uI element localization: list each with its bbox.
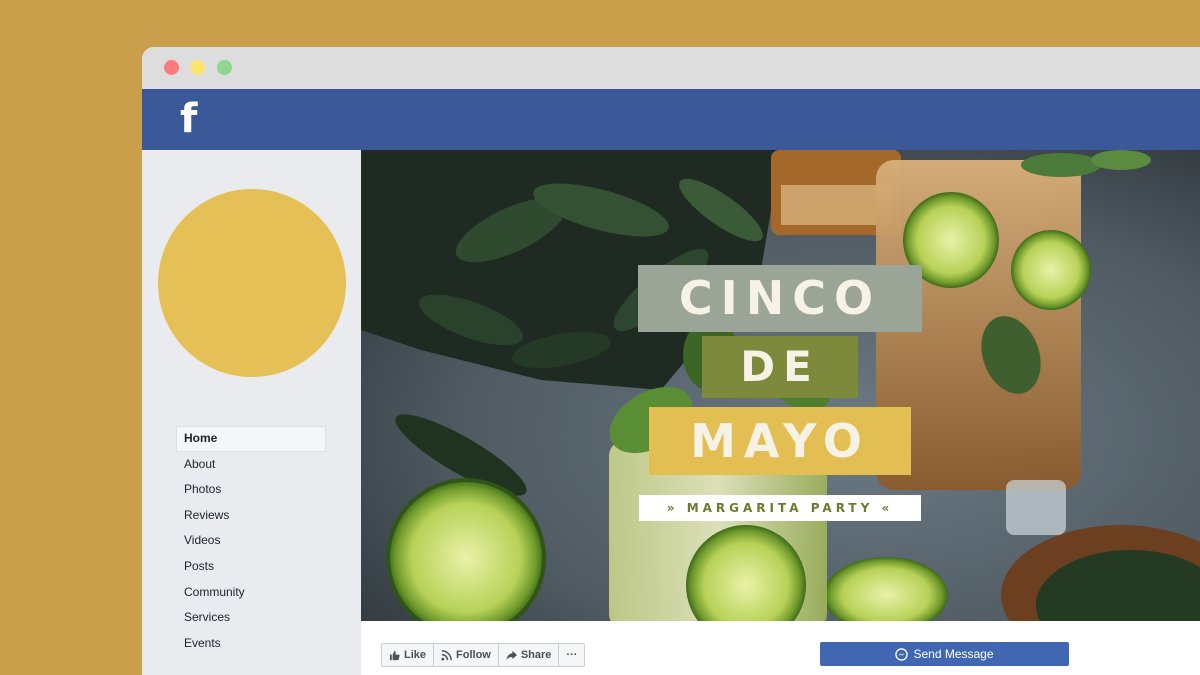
sidebar-item-photos[interactable]: Photos xyxy=(176,477,326,503)
title-bar xyxy=(142,47,1200,89)
cover-title-line-3: MAYO xyxy=(649,407,911,475)
sidebar-item-events[interactable]: Events xyxy=(176,631,326,657)
browser-window: f Home About Photos Reviews Videos Posts… xyxy=(142,47,1200,675)
send-message-label: Send Message xyxy=(913,647,994,661)
follow-label: Follow xyxy=(456,649,491,661)
like-button[interactable]: Like xyxy=(382,644,435,666)
share-arrow-icon xyxy=(506,650,517,660)
follow-button[interactable]: Follow xyxy=(434,644,499,666)
close-window-button[interactable] xyxy=(164,60,179,75)
share-button[interactable]: Share xyxy=(499,644,560,666)
page-action-bar: Like Follow Share ··· xyxy=(381,643,586,667)
page-main: CINCO DE MAYO » MARGARITA PARTY « Like F… xyxy=(361,150,1200,675)
cover-tagline: » MARGARITA PARTY « xyxy=(639,495,921,521)
cover-photo[interactable]: CINCO DE MAYO » MARGARITA PARTY « xyxy=(361,150,1200,621)
like-label: Like xyxy=(404,649,427,661)
sidebar-item-home[interactable]: Home xyxy=(176,426,326,452)
sidebar-item-services[interactable]: Services xyxy=(176,605,326,631)
minimize-window-button[interactable] xyxy=(190,60,205,75)
sidebar-item-posts[interactable]: Posts xyxy=(176,554,326,580)
share-label: Share xyxy=(520,649,552,661)
sidebar-item-community[interactable]: Community xyxy=(176,580,326,606)
profile-picture[interactable] xyxy=(158,189,346,377)
thumbs-up-icon xyxy=(389,650,400,660)
sidebar-item-about[interactable]: About xyxy=(176,452,326,478)
rss-icon xyxy=(441,649,452,661)
page-sidebar: Home About Photos Reviews Videos Posts C… xyxy=(142,150,361,675)
maximize-window-button[interactable] xyxy=(217,60,232,75)
facebook-logo-icon[interactable]: f xyxy=(180,99,197,139)
messenger-icon xyxy=(895,647,909,661)
sidebar-nav: Home About Photos Reviews Videos Posts C… xyxy=(176,426,326,656)
sidebar-item-reviews[interactable]: Reviews xyxy=(176,503,326,529)
send-message-button[interactable]: Send Message xyxy=(820,642,1069,666)
cover-title-line-2: DE xyxy=(702,336,858,398)
more-options-button[interactable]: ··· xyxy=(559,644,584,666)
sidebar-item-videos[interactable]: Videos xyxy=(176,528,326,554)
more-dots-icon: ··· xyxy=(566,649,578,661)
facebook-top-bar: f xyxy=(142,89,1200,150)
cover-title-line-1: CINCO xyxy=(638,265,922,332)
